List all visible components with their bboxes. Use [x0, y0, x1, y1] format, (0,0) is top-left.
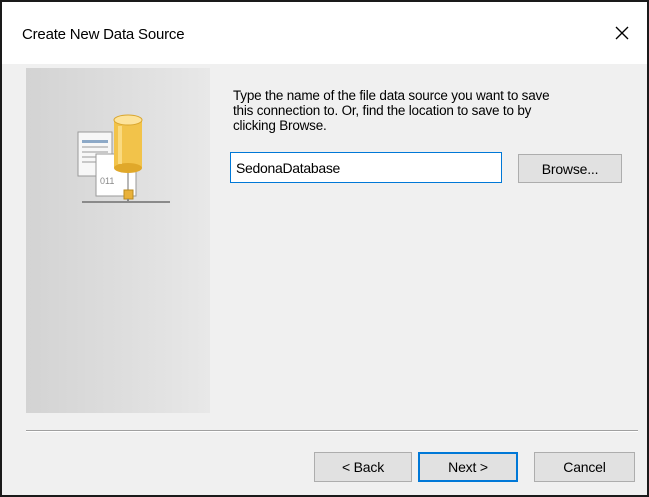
cancel-button[interactable]: Cancel: [534, 452, 635, 482]
close-icon: [615, 26, 629, 40]
separator-line: [26, 430, 638, 432]
datasource-name-input[interactable]: [230, 152, 502, 183]
window-title: Create New Data Source: [22, 26, 185, 43]
data-source-icon: 011: [77, 114, 170, 203]
next-button[interactable]: Next >: [418, 452, 518, 482]
create-data-source-dialog: Create New Data Source 011 Type the name…: [0, 0, 649, 497]
close-button[interactable]: [605, 16, 639, 50]
browse-button[interactable]: Browse...: [518, 154, 622, 183]
title-bar: Create New Data Source: [2, 2, 647, 64]
instructions-text: Type the name of the file data source yo…: [233, 88, 550, 133]
back-button[interactable]: < Back: [314, 452, 412, 482]
wizard-side-panel: 011: [26, 68, 210, 413]
binary-text: 011: [100, 176, 114, 186]
